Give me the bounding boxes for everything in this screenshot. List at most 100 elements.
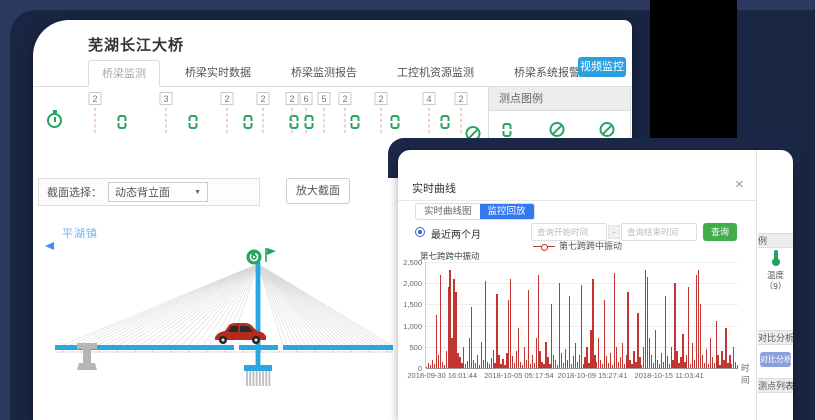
section-select-value: 动态背立面 — [115, 184, 170, 200]
sensor-count-badge: 4 — [423, 92, 436, 105]
section-select-label: 截面选择： — [47, 184, 102, 200]
vibration-bar — [627, 292, 628, 368]
vibration-bar — [737, 365, 738, 368]
sensor-dash-line — [227, 108, 228, 133]
bridge-deck — [55, 345, 393, 350]
x-axis-name: 时间 — [741, 362, 756, 386]
section-select-group: 截面选择： 动态背立面 ▼ — [38, 178, 260, 206]
sensor-count-badge: 2 — [375, 92, 388, 105]
sensor-count-badge: 6 — [300, 92, 313, 105]
compare-section-header: 对比分析 — [758, 330, 793, 345]
sensor-count-badge: 3 — [160, 92, 173, 105]
chain-icon — [244, 115, 253, 129]
date-range-separator: - — [608, 225, 620, 239]
chain-icon — [189, 115, 198, 129]
legend-label: 第七跨跨中振动 — [559, 241, 622, 251]
vibration-bar — [440, 275, 441, 368]
sensor-dash-line — [95, 108, 96, 133]
y-tick-label: 500 — [398, 343, 422, 352]
section-select-dropdown[interactable]: 动态背立面 ▼ — [108, 182, 208, 202]
chain-icon — [118, 115, 127, 129]
gridline — [426, 304, 738, 305]
video-blackout-region — [650, 0, 737, 145]
sensor-dash-line — [166, 108, 167, 133]
dialog-tab-1[interactable]: 监控回放 — [480, 204, 534, 219]
x-tick-label: 2018-10-05 05:17:54 — [484, 371, 554, 380]
x-tick-label: 2018-10-15 11:03:41 — [635, 371, 704, 380]
thermometer-icon — [772, 250, 780, 265]
gridline — [426, 262, 738, 263]
chain-icon — [351, 115, 360, 129]
chart-axis-title: 第七跨跨中振动 — [420, 250, 480, 262]
pier-cap — [244, 365, 272, 371]
sensor-count-badge: 2 — [455, 92, 468, 105]
left-pier — [77, 343, 97, 370]
no-entry-icon — [600, 122, 615, 137]
vibration-bar — [485, 281, 486, 368]
point-list-section-header: 测点列表 — [758, 378, 793, 393]
temperature-count: （9） — [758, 281, 793, 292]
flag-icon — [266, 248, 276, 262]
chain-icon — [391, 115, 400, 129]
x-tick-label: 2018-09-30 16:01:44 — [407, 371, 477, 380]
sensor-count-badge: 2 — [257, 92, 270, 105]
dialog-tab-0[interactable]: 实时曲线图 — [416, 204, 480, 219]
chain-icon — [503, 123, 512, 137]
stopwatch-icon — [47, 113, 62, 128]
main-tabbar: 桥梁监测桥梁实时数据桥梁监测报告工控机资源监测桥梁系统报警 — [33, 60, 632, 87]
vibration-bar — [510, 279, 511, 368]
dialog-title: 实时曲线 — [412, 180, 456, 196]
legend-section-header: 例 — [758, 233, 793, 248]
video-monitor-button[interactable]: 视频监控 — [578, 57, 626, 77]
y-tick-label: 1,500 — [398, 300, 422, 309]
no-entry-icon — [550, 122, 565, 137]
temperature-legend-item[interactable]: 温度 （9） — [758, 250, 793, 292]
y-tick-label: 2,500 — [398, 258, 422, 267]
sensor-dash-line — [461, 108, 462, 133]
realtime-curve-dialog: 实时曲线 ✕ 实时曲线图监控回放 最近两个月 - 查询 第七跨跨中振动 第七跨跨… — [398, 150, 757, 420]
gridline — [426, 326, 738, 327]
sensor-dash-line — [324, 108, 325, 133]
pier-piles — [247, 371, 269, 386]
main-tab-0[interactable]: 桥梁监测 — [88, 60, 160, 87]
legend-marker-icon — [533, 243, 555, 250]
sensor-count-badge: 2 — [286, 92, 299, 105]
sensor-dash-line — [263, 108, 264, 133]
sensor-count-badge: 2 — [339, 92, 352, 105]
camera-icon — [247, 250, 262, 265]
gridline — [426, 368, 738, 369]
sensor-dash-line — [345, 108, 346, 133]
vibration-bar — [581, 285, 582, 368]
main-tab-3[interactable]: 工控机资源监测 — [384, 60, 487, 87]
main-tab-2[interactable]: 桥梁监测报告 — [278, 60, 370, 87]
recent-two-months-radio[interactable] — [415, 227, 425, 237]
y-tick-label: 2,000 — [398, 279, 422, 288]
tower-lower — [256, 350, 261, 367]
page-title: 芜湖长江大桥 — [88, 34, 184, 55]
gridline — [426, 283, 738, 284]
sensor-count-badge: 5 — [318, 92, 331, 105]
main-tab-1[interactable]: 桥梁实时数据 — [172, 60, 264, 87]
zoom-section-button[interactable]: 放大截面 — [286, 178, 350, 204]
y-tick-label: 1,000 — [398, 322, 422, 331]
close-icon[interactable]: ✕ — [735, 178, 744, 191]
sensor-dash-line — [292, 108, 293, 133]
chevron-down-icon: ▼ — [194, 189, 201, 196]
chain-icon — [305, 115, 314, 129]
vibration-bar — [569, 296, 570, 368]
dialog-divider — [398, 200, 756, 201]
vibration-bar — [528, 290, 529, 368]
dialog-tabbar: 实时曲线图监控回放 — [415, 203, 535, 220]
sensor-count-badge: 2 — [89, 92, 102, 105]
point-legend-title: 测点图例 — [489, 87, 630, 111]
temperature-label: 温度 — [758, 270, 793, 281]
bridge-diagram — [33, 238, 393, 410]
compare-analysis-button[interactable]: 对比分析 — [760, 352, 791, 367]
chain-icon — [441, 115, 450, 129]
sidebar-strip: 例 温度 （9） 对比分析 对比分析 测点列表 — [758, 150, 793, 420]
modal-window: 实时曲线 ✕ 实时曲线图监控回放 最近两个月 - 查询 第七跨跨中振动 第七跨跨… — [398, 150, 793, 420]
sensor-dash-line — [381, 108, 382, 133]
sensor-count-badge: 2 — [221, 92, 234, 105]
vibration-chart-plot: 2,5002,0001,5001,0005000 — [425, 262, 738, 368]
sensor-dash-line — [429, 108, 430, 133]
